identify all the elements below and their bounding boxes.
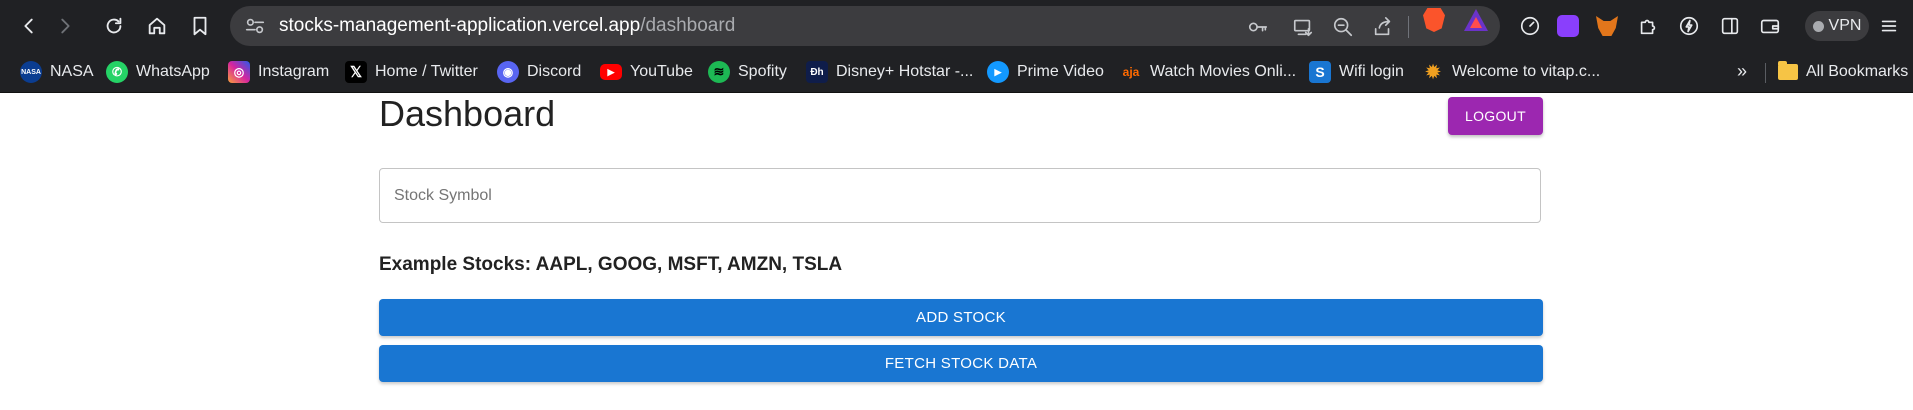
forward-arrow-icon xyxy=(61,18,70,34)
prime-video-icon: ▶ xyxy=(987,61,1009,83)
all-bookmarks-label: All Bookmarks xyxy=(1806,63,1909,80)
bookmark-discord[interactable]: ◉ Discord xyxy=(497,60,581,84)
discord-icon: ◉ xyxy=(497,61,519,83)
share-icon[interactable] xyxy=(1370,14,1396,40)
bookmark-spotify[interactable]: ≋ Spofity xyxy=(708,60,787,84)
x-icon: 𝕏 xyxy=(345,61,367,83)
more-bookmarks-chevron[interactable]: » xyxy=(1737,61,1747,82)
bookmark-label: Home / Twitter xyxy=(375,63,478,80)
zoom-icon[interactable] xyxy=(1330,14,1356,40)
bookmark-label: Prime Video xyxy=(1017,63,1104,80)
bookmark-icon xyxy=(193,16,207,36)
bookmark-nasa[interactable]: NASA NASA xyxy=(20,60,94,84)
back-arrow-icon xyxy=(24,18,33,34)
fetch-stock-data-button[interactable]: FETCH STOCK DATA xyxy=(379,345,1543,382)
all-bookmarks-folder[interactable]: All Bookmarks xyxy=(1778,60,1908,84)
reload-button[interactable] xyxy=(97,9,131,43)
home-icon xyxy=(148,17,166,35)
bookmark-label: YouTube xyxy=(630,63,693,80)
metamask-icon[interactable] xyxy=(1592,11,1622,41)
url-host: stocks-management-application.vercel.app xyxy=(279,15,641,36)
bookmarks-bar: NASA NASA ✆ WhatsApp ◎ Instagram 𝕏 Home … xyxy=(0,53,1913,93)
bookmark-watch-movies[interactable]: aja Watch Movies Onli... xyxy=(1120,60,1296,84)
back-button[interactable] xyxy=(12,9,46,43)
bookmark-prime-video[interactable]: ▶ Prime Video xyxy=(987,60,1104,84)
extensions-puzzle-icon[interactable] xyxy=(1633,11,1663,41)
menu-icon[interactable] xyxy=(1874,11,1904,41)
purple-extension-icon[interactable] xyxy=(1553,11,1583,41)
address-bar[interactable]: stocks-management-application.vercel.app… xyxy=(230,6,1500,46)
hotstar-icon: Đh xyxy=(806,61,828,83)
bookmark-hotstar[interactable]: Đh Disney+ Hotstar -... xyxy=(806,60,973,84)
example-stocks-text: Example Stocks: AAPL, GOOG, MSFT, AMZN, … xyxy=(379,254,843,275)
lightning-extension-icon[interactable] xyxy=(1674,11,1704,41)
bookmark-label: Spofity xyxy=(738,63,787,80)
bookmark-instagram[interactable]: ◎ Instagram xyxy=(228,60,329,84)
brave-rewards-icon[interactable] xyxy=(1464,9,1488,31)
wifi-login-icon: S xyxy=(1309,61,1331,83)
vpn-label: VPN xyxy=(1828,17,1862,34)
brave-shields-icon[interactable] xyxy=(1423,8,1445,32)
bookmark-twitter[interactable]: 𝕏 Home / Twitter xyxy=(345,60,478,84)
url-separator xyxy=(1408,16,1409,38)
wallet-icon[interactable] xyxy=(1755,11,1785,41)
url-path: /dashboard xyxy=(640,15,736,36)
instagram-icon: ◎ xyxy=(228,61,250,83)
bookmark-youtube[interactable]: ▶ YouTube xyxy=(600,60,693,84)
install-app-icon[interactable] xyxy=(1290,14,1316,40)
page-title: Dashboard xyxy=(379,93,556,134)
home-button[interactable] xyxy=(140,9,174,43)
password-key-icon[interactable] xyxy=(1245,14,1271,40)
bookmark-whatsapp[interactable]: ✆ WhatsApp xyxy=(106,60,210,84)
stock-symbol-input[interactable] xyxy=(379,168,1541,223)
folder-icon xyxy=(1778,61,1798,80)
vpn-status-icon xyxy=(1812,20,1824,32)
bookmark-page-button[interactable] xyxy=(183,9,217,43)
browser-toolbar: stocks-management-application.vercel.app… xyxy=(0,0,1913,53)
bookmark-label: Disney+ Hotstar -... xyxy=(836,63,974,80)
bookmark-wifi-login[interactable]: S Wifi login xyxy=(1309,60,1404,84)
add-stock-button[interactable]: ADD STOCK xyxy=(379,299,1543,336)
bookmark-label: Welcome to vitap.c... xyxy=(1452,63,1601,80)
bookmarks-separator xyxy=(1765,63,1766,83)
vitap-icon: ✹ xyxy=(1425,61,1441,82)
site-settings-icon[interactable] xyxy=(244,15,266,37)
spotify-icon: ≋ xyxy=(708,61,730,83)
bookmark-vitap[interactable]: ✹ Welcome to vitap.c... xyxy=(1422,60,1600,84)
youtube-icon: ▶ xyxy=(600,64,622,80)
movies-icon: aja xyxy=(1122,65,1140,79)
nasa-icon: NASA xyxy=(20,61,42,83)
vpn-button[interactable]: VPN xyxy=(1805,11,1869,41)
bookmark-label: Instagram xyxy=(258,63,330,80)
whatsapp-icon: ✆ xyxy=(106,61,128,83)
bookmark-label: Watch Movies Onli... xyxy=(1150,63,1297,80)
speed-dial-extension-icon[interactable] xyxy=(1515,11,1545,41)
reload-icon xyxy=(106,17,122,34)
logout-button[interactable]: LOGOUT xyxy=(1448,97,1543,135)
bookmark-label: Discord xyxy=(527,63,582,80)
bookmark-label: NASA xyxy=(50,63,94,80)
forward-button[interactable] xyxy=(48,9,82,43)
bookmark-label: Wifi login xyxy=(1339,63,1404,80)
sidebar-toggle-icon[interactable] xyxy=(1715,11,1745,41)
bookmark-label: WhatsApp xyxy=(136,63,210,80)
url-text[interactable]: stocks-management-application.vercel.app… xyxy=(279,15,735,37)
